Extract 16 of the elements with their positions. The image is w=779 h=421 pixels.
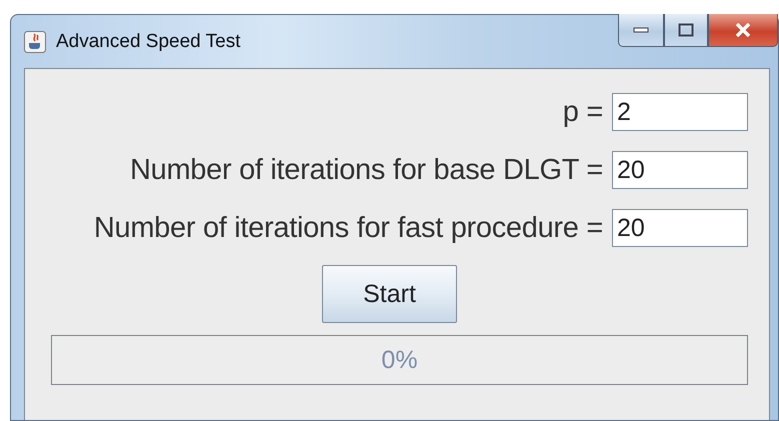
- close-icon: [735, 23, 751, 37]
- maximize-icon: [678, 23, 694, 37]
- minimize-icon: [633, 26, 649, 34]
- field-label: Number of iterations for fast procedure =: [94, 212, 603, 244]
- input-field[interactable]: 2: [612, 93, 748, 131]
- window-title: Advanced Speed Test: [56, 30, 241, 52]
- field-label: Number of iterations for base DLGT =: [130, 154, 603, 186]
- coffee-cup-icon: [24, 30, 46, 52]
- field-label: p =: [562, 96, 603, 128]
- maximize-button[interactable]: [664, 14, 708, 47]
- input-field[interactable]: 20: [612, 151, 748, 189]
- start-button[interactable]: Start: [322, 265, 457, 323]
- minimize-button[interactable]: [618, 14, 664, 47]
- close-button[interactable]: [708, 14, 778, 47]
- progress-text: 0%: [381, 346, 418, 374]
- input-field[interactable]: 20: [612, 209, 748, 247]
